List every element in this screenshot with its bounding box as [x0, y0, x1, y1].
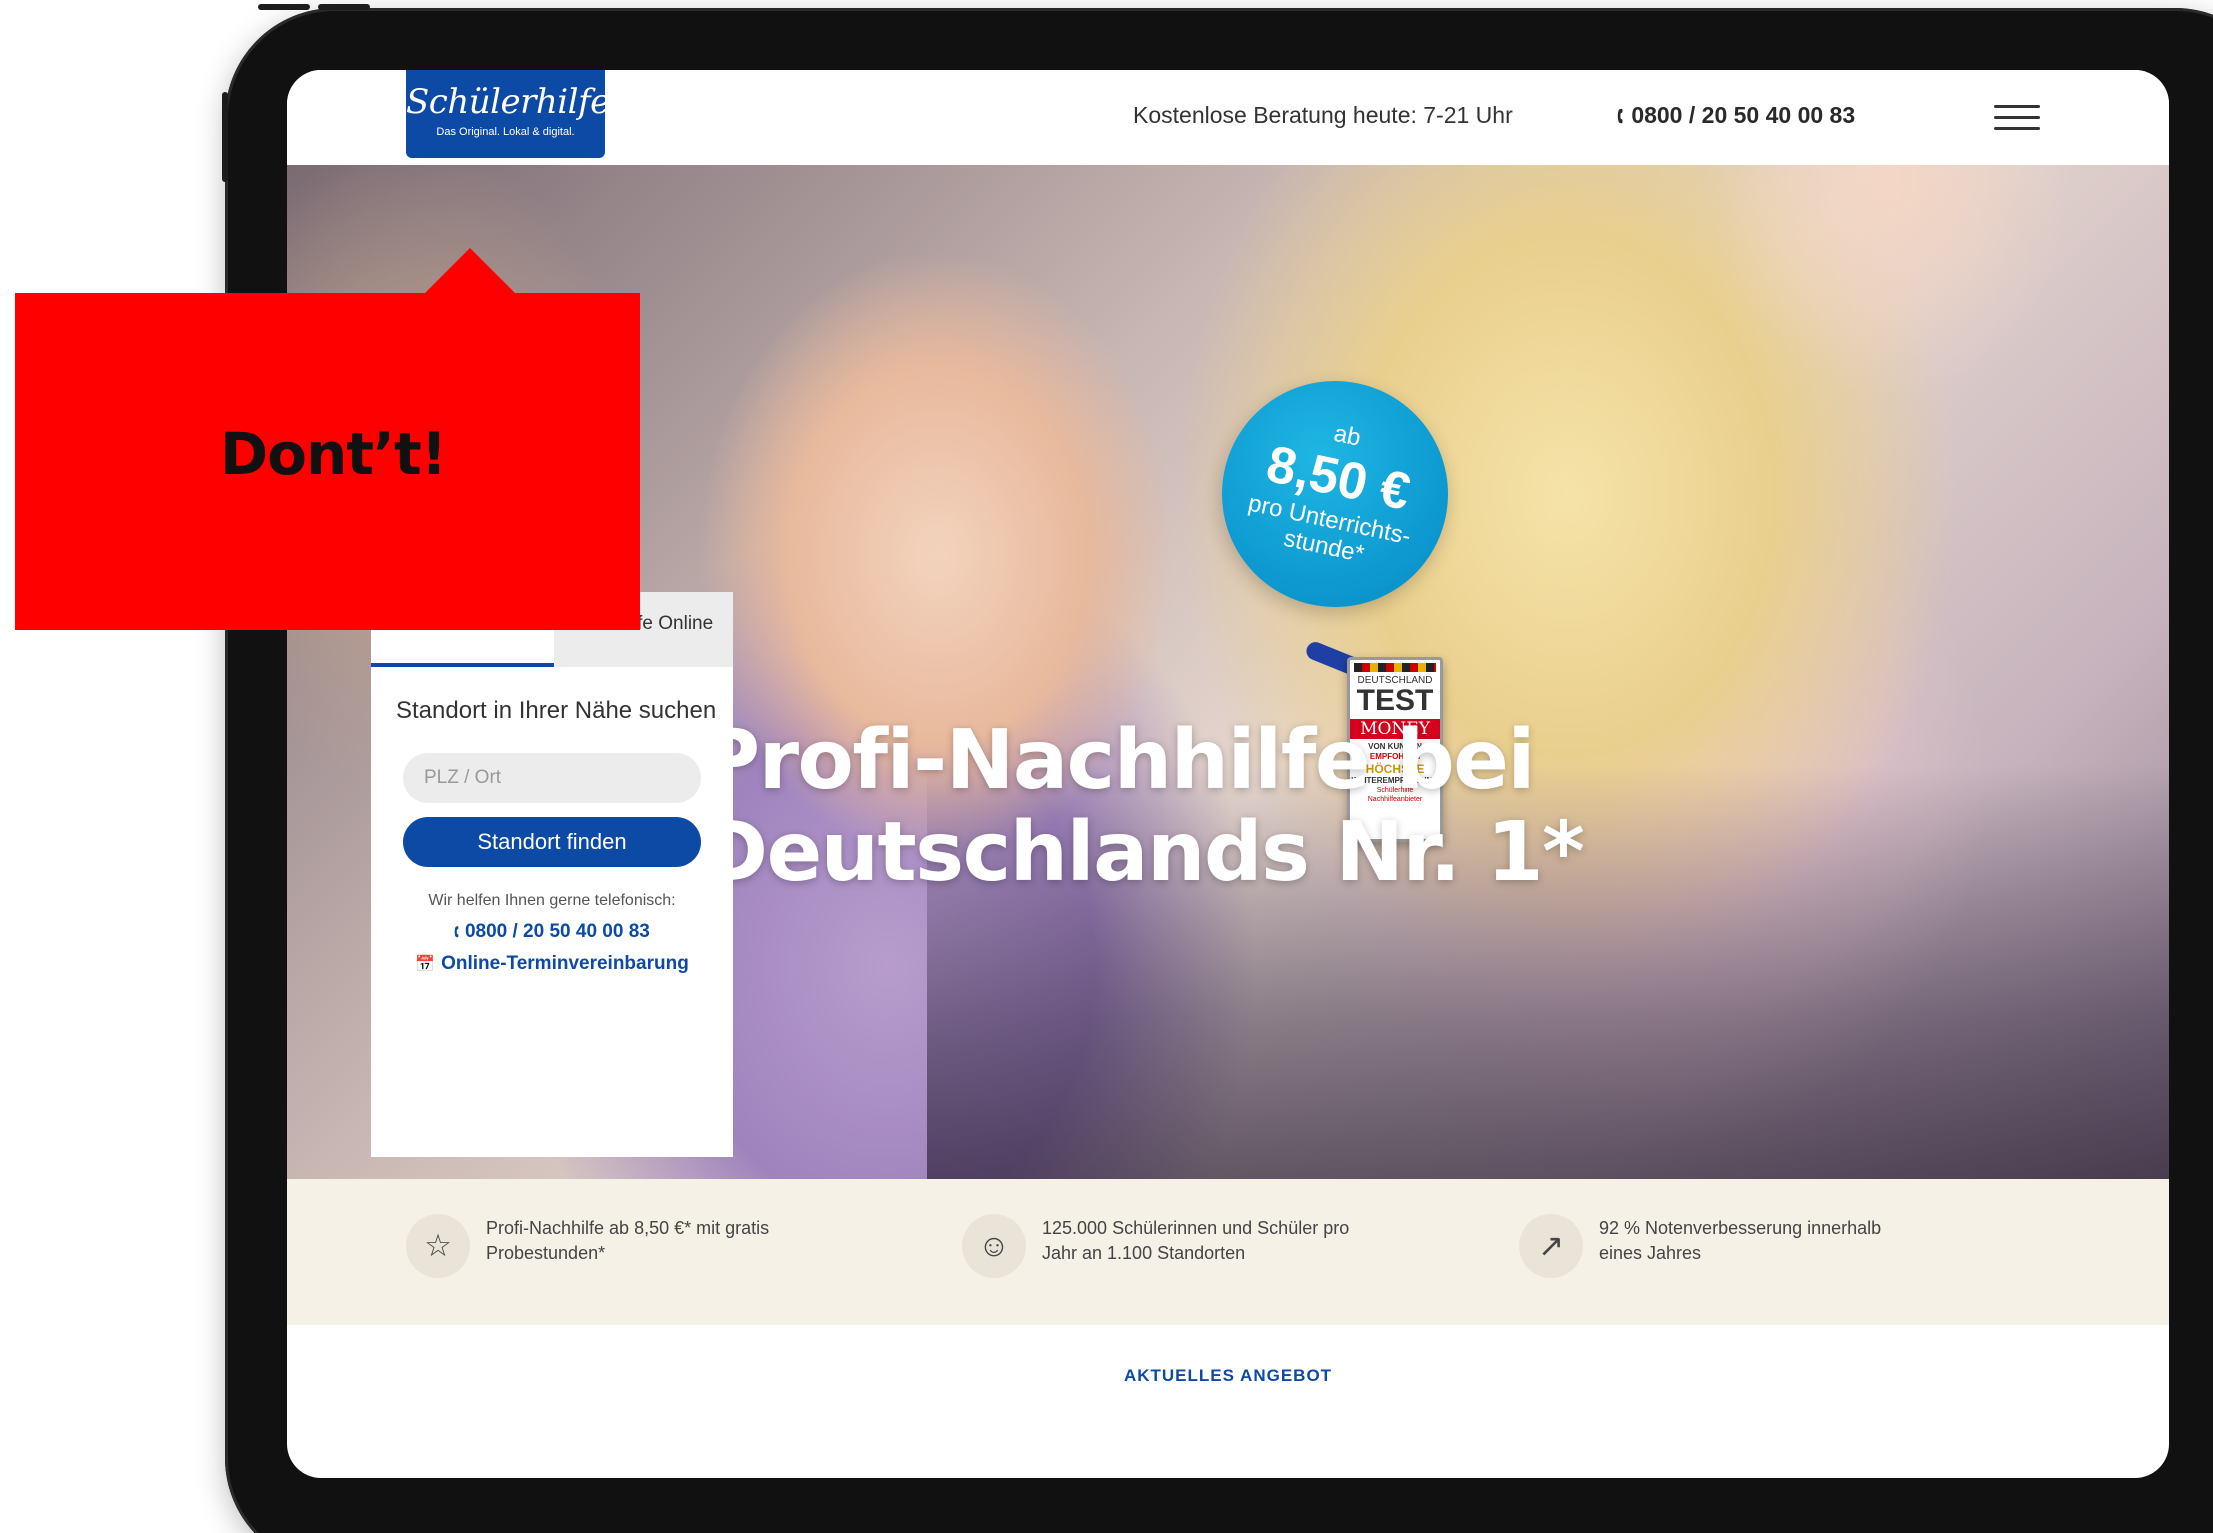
feature-item: ☺ 125.000 Schülerinnen und Schüler pro J… — [962, 1211, 1349, 1281]
hamburger-menu-icon[interactable] — [1994, 105, 2042, 131]
tablet-screen: Schülerhilfe! Das Original. Lokal & digi… — [287, 70, 2169, 1478]
tablet-power-button — [222, 92, 228, 182]
location-search-input[interactable] — [403, 753, 701, 803]
feature-text: 125.000 Schülerinnen und Schüler pro Jah… — [1042, 1218, 1350, 1263]
feature-text: 92 % Notenverbesserung innerhalb eines J… — [1599, 1218, 1882, 1263]
trend-up-icon: ↗ — [1519, 1214, 1583, 1278]
hero-title-line1: Profi-Nachhilfe bei — [700, 713, 1535, 808]
logo-tagline: Das Original. Lokal & digital. — [436, 126, 575, 138]
tablet-volume-button — [318, 4, 370, 10]
site-header: Schülerhilfe! Das Original. Lokal & digi… — [287, 70, 2169, 165]
price-badge: ab 8,50 € pro Unterrichts- stunde* — [1200, 359, 1470, 629]
offer-heading: AKTUELLES ANGEBOT — [1123, 1366, 1333, 1385]
smiley-icon: ☺ — [962, 1214, 1026, 1278]
location-search-card: Standort in Ihrer Nähe suchen Standort f… — [371, 667, 733, 1157]
hero-title-line2: Deutschlands Nr. 1* — [700, 805, 1585, 900]
header-phone-number: 0800 / 20 50 40 00 83 — [1631, 102, 1856, 128]
hotline-hours: Kostenlose Beratung heute: 7-21 Uhr — [1133, 102, 1513, 128]
card-phone-link[interactable]: 🕻 0800 / 20 50 40 00 83 — [371, 921, 733, 943]
calendar-icon: 📅 — [415, 956, 436, 973]
card-phone-number: 0800 / 20 50 40 00 83 — [464, 921, 650, 942]
tablet-volume-button — [258, 4, 310, 10]
feature-item: ↗ 92 % Notenverbesserung innerhalb eines… — [1519, 1211, 1899, 1281]
callout-arrow — [423, 248, 517, 295]
phone-icon: 🕻 — [454, 924, 459, 941]
header-phone-link[interactable]: 🕻 0800 / 20 50 40 00 83 — [1617, 102, 1855, 129]
star-icon: ☆ — [406, 1214, 470, 1278]
logo-text: Schülerhilfe! — [406, 82, 623, 122]
search-title: Standort in Ihrer Nähe suchen — [396, 697, 717, 724]
phone-icon: 🕻 — [1617, 105, 1624, 128]
features-band: ☆ Profi-Nachhilfe ab 8,50 €* mit gratis … — [287, 1179, 2169, 1325]
phone-help-text: Wir helfen Ihnen gerne telefonisch: — [428, 892, 676, 909]
logo[interactable]: Schülerhilfe! Das Original. Lokal & digi… — [406, 70, 623, 158]
feature-item: ☆ Profi-Nachhilfe ab 8,50 €* mit gratis … — [406, 1211, 786, 1281]
callout-text: Dont’t! — [220, 420, 447, 488]
seal-flag-bars — [1354, 663, 1436, 672]
seal-label: TEST — [1356, 684, 1434, 717]
feature-text: Profi-Nachhilfe ab 8,50 €* mit gratis Pr… — [486, 1218, 770, 1263]
find-location-button[interactable]: Standort finden — [403, 817, 701, 867]
appointment-label: Online-Terminvereinbarung — [441, 953, 689, 974]
online-appointment-link[interactable]: 📅 Online-Terminvereinbarung — [371, 953, 733, 975]
hero-title: Profi-Nachhilfe bei Deutschlands Nr. 1* — [700, 713, 1585, 900]
